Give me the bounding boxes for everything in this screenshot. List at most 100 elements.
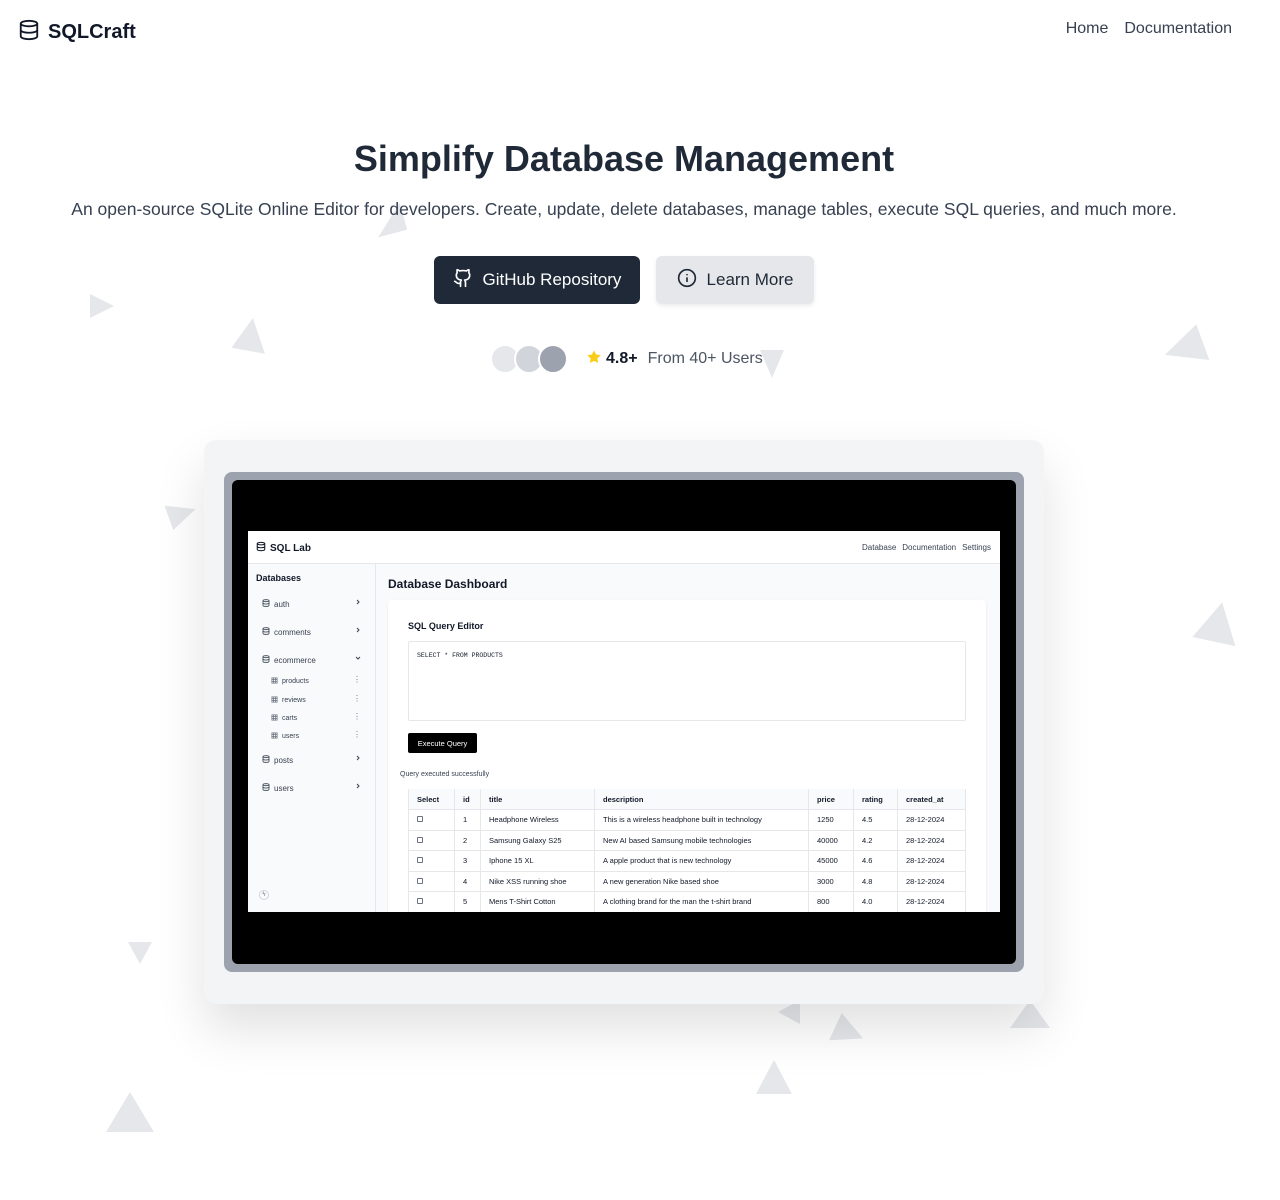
database-icon [262,783,270,793]
cell: 1 [454,809,481,831]
rating-value: 4.8+ [606,350,638,367]
table-icon [271,696,278,705]
cell: 28-12-2024 [897,871,966,892]
cell: 2 [454,830,481,851]
cell: 4.2 [853,830,898,851]
execute-query-button: Execute Query [408,733,477,753]
cell: A clothing brand for the man the t-shirt… [594,891,809,912]
cell: New AI based Samsung mobile technologies [594,830,809,851]
rating: 4.8+ From 40+ Users [586,349,763,370]
app-brand: SQL Lab [256,541,311,555]
decor-triangle [760,350,784,378]
database-icon [262,655,270,665]
table-icon [271,732,278,741]
row-checkbox [417,877,423,884]
nav-link-home[interactable]: Home [1066,20,1109,38]
cell: 1250 [808,809,854,831]
decor-triangle [128,942,152,964]
cell: 4.0 [853,891,898,912]
cell: 28-12-2024 [897,830,966,851]
brand[interactable]: SQLCraft [18,18,136,47]
database-icon [256,541,266,555]
row-checkbox [417,836,423,843]
chevron-right-icon [354,754,362,764]
table-item-users: users ⋮ [271,730,361,742]
nav-link-documentation[interactable]: Documentation [1124,20,1232,38]
more-vertical-icon: ⋮ [353,675,361,684]
table-row: 5 Mens T-Shirt Cotton A clothing brand f… [408,891,966,912]
cell: Nike XSS running shoe [480,871,595,892]
app-brand-name: SQL Lab [270,542,311,554]
table-header-row: Select id title description price rating… [408,789,966,810]
table-item-reviews: reviews ⋮ [271,694,361,706]
results-table: Select id title description price rating… [408,789,966,912]
column-header: id [454,789,481,810]
cell: 28-12-2024 [897,809,966,831]
sidebar-item-label: comments [274,627,311,637]
app-link-documentation: Documentation [902,543,957,552]
social-proof: 4.8+ From 40+ Users [490,344,763,374]
avatar [538,344,568,374]
cell: Iphone 15 XL [480,850,595,872]
table-row: 4 Nike XSS running shoe A new generation… [408,871,966,892]
decor-triangle [90,294,114,318]
cell: 28-12-2024 [897,850,966,872]
nav-links: Home Documentation [1066,20,1232,38]
column-header: description [594,789,809,810]
cell: 45000 [808,850,854,872]
sql-editor: SELECT * FROM PRODUCTS [408,641,966,721]
hero-title: Simplify Database Management [353,138,895,179]
more-vertical-icon: ⋮ [353,730,361,739]
column-header: price [808,789,854,810]
decor-triangle [1010,1000,1050,1028]
decor-triangle [231,315,271,354]
sidebar-item-ecommerce: ecommerce [262,653,362,667]
database-icon [262,755,270,765]
table-row: 2 Samsung Galaxy S25 New AI based Samsun… [408,830,966,851]
cell: 800 [808,891,854,912]
query-card: SQL Query Editor SELECT * FROM PRODUCTS … [388,600,986,912]
table-icon [271,677,278,686]
cell: 4.5 [853,809,898,831]
cell: 4.6 [853,850,898,872]
app-main: Database Dashboard SQL Query Editor SELE… [376,564,1000,912]
column-header: title [480,789,595,810]
cell: 4.8 [853,871,898,892]
sidebar-item-comments: comments [262,625,362,639]
database-icon [262,599,270,609]
github-repository-button[interactable]: GitHub Repository [434,256,640,304]
app-header: SQL Lab Database Documentation Settings [248,531,1000,564]
learn-more-button[interactable]: Learn More [656,256,814,304]
cell: Samsung Galaxy S25 [480,830,595,851]
sidebar-item-users: users [262,781,362,795]
dashboard-title: Database Dashboard [388,577,508,591]
more-vertical-icon: ⋮ [353,694,361,703]
github-repository-label: GitHub Repository [482,270,622,289]
decor-triangle [756,1060,792,1094]
column-header: created_at [897,789,966,810]
table-row: 1 Headphone Wireless This is a wireless … [408,809,966,831]
preview-frame: SQL Lab Database Documentation Settings … [224,472,1024,972]
info-icon [677,268,697,293]
hero-subtitle: An open-source SQLite Online Editor for … [71,199,1177,219]
decor-triangle [1192,597,1244,647]
cell: Mens T-Shirt Cotton [480,891,595,912]
sidebar-heading: Databases [256,573,302,583]
table-item-label: products [282,677,309,685]
row-checkbox [417,816,423,823]
cell: 3 [454,850,481,872]
row-checkbox [417,857,423,864]
app-link-settings: Settings [962,543,991,552]
sidebar-item-label: auth [274,599,290,609]
table-item-products: products ⋮ [271,675,361,687]
sidebar-item-posts: posts [262,753,362,767]
decor-triangle [164,495,200,531]
brand-name: SQLCraft [48,21,136,43]
learn-more-label: Learn More [706,270,794,289]
query-editor-title: SQL Query Editor [408,621,484,631]
chevron-right-icon [354,626,362,636]
cell: 5 [454,891,481,912]
preview-app: SQL Lab Database Documentation Settings … [248,531,1000,912]
chevron-down-icon [354,654,362,664]
cell: A new generation Nike based shoe [594,871,809,892]
